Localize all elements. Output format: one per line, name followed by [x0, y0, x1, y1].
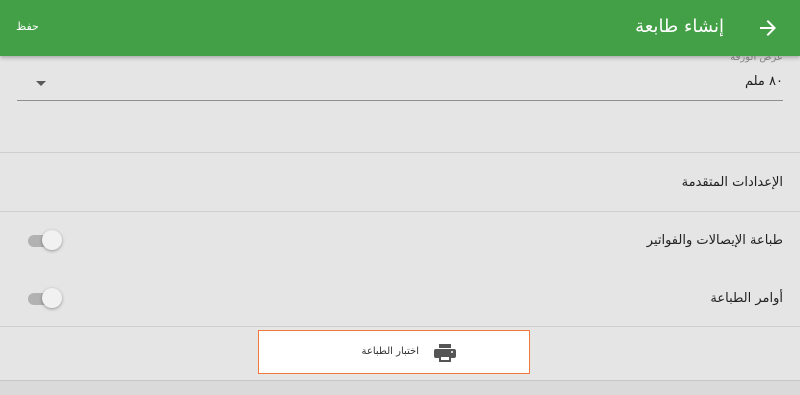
toggle-thumb [42, 230, 62, 250]
divider [0, 211, 800, 212]
test-print-label: اختبار الطباعة [361, 346, 419, 357]
arrow-right-icon [760, 20, 776, 36]
save-button[interactable]: حفظ [16, 17, 39, 37]
select-underline [17, 100, 783, 101]
print-orders-toggle[interactable] [28, 288, 62, 310]
back-button[interactable] [756, 16, 780, 40]
printer-icon [434, 344, 456, 362]
print-receipts-toggle[interactable] [28, 230, 62, 252]
paper-width-value[interactable]: ٨٠ ملم [745, 73, 783, 91]
print-orders-label: أوامر الطباعة [710, 291, 783, 306]
dropdown-arrow-icon[interactable] [36, 81, 46, 86]
bottom-area [0, 380, 800, 395]
toggle-thumb [42, 288, 62, 308]
page-title: إنشاء طابعة [635, 16, 724, 37]
app-bar: إنشاء طابعة حفظ [0, 0, 800, 56]
divider [0, 152, 800, 153]
divider [0, 326, 800, 327]
test-print-button[interactable]: اختبار الطباعة [258, 330, 530, 374]
advanced-settings-heading: الإعدادات المتقدمة [681, 175, 783, 190]
create-printer-screen: إنشاء طابعة حفظ عرض الورقة ٨٠ ملم الإعدا… [0, 0, 800, 395]
print-receipts-label: طباعة الإيصالات والفواتير [646, 233, 783, 248]
